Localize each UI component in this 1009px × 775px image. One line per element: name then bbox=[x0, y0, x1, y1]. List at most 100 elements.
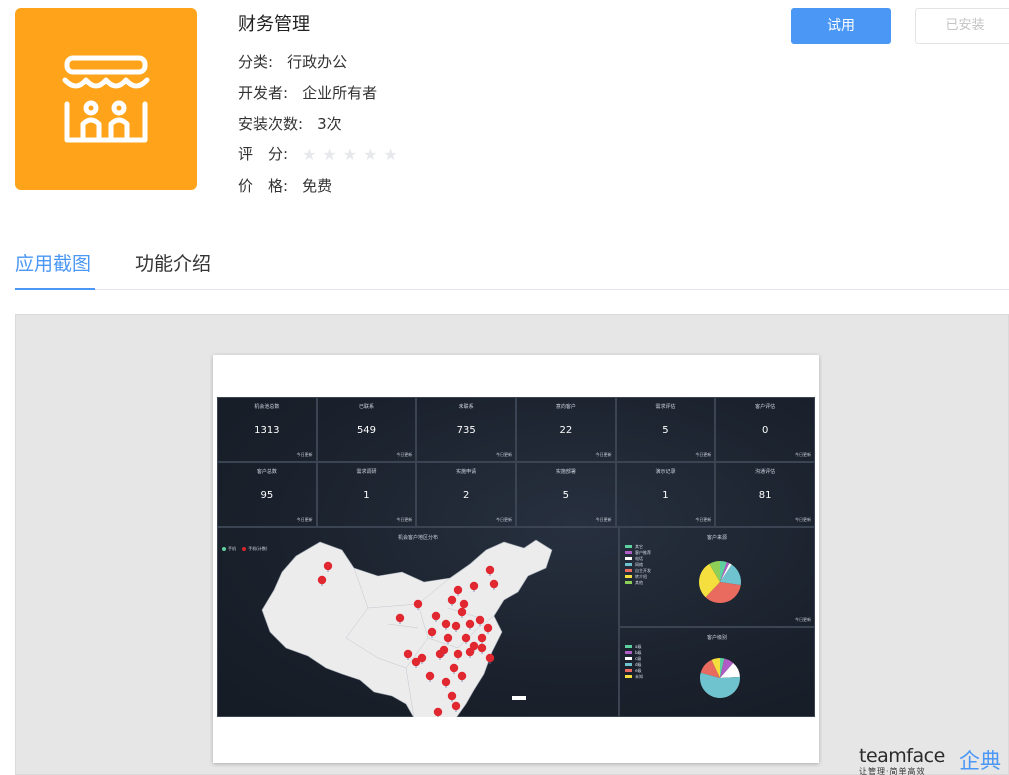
stat-label: 实施申请 bbox=[456, 469, 477, 475]
tab-bar: 应用截图 功能介绍 bbox=[15, 245, 1009, 290]
map-pin-icon bbox=[323, 561, 333, 571]
price-value: 免费 bbox=[302, 177, 333, 195]
source-pie-chart bbox=[699, 561, 741, 603]
map-pin-icon bbox=[441, 619, 451, 629]
map-pin-icon bbox=[459, 599, 469, 609]
map-pin-icon bbox=[447, 691, 457, 701]
stat-cell: 演示记录 1 今日更新 bbox=[615, 462, 716, 527]
stat-cell: 客户总数 95 今日更新 bbox=[217, 462, 317, 527]
level-panel: 客户级别 a级 b级 c级 d级 e级 未知 bbox=[619, 627, 815, 717]
map-pin-icon bbox=[433, 707, 443, 717]
category-label: 分类: bbox=[238, 53, 274, 71]
stat-cell: 实施申请 2 今日更新 bbox=[416, 462, 516, 527]
stat-label: 实施部署 bbox=[555, 469, 576, 475]
brand-slogan: 让管理·简单高效 bbox=[859, 767, 926, 775]
stat-cell: 已联系 549 今日更新 bbox=[316, 397, 417, 462]
stat-label: 客户评估 bbox=[755, 404, 776, 410]
app-icon bbox=[15, 8, 197, 190]
stat-update-note: 今日更新 bbox=[595, 452, 612, 457]
stat-value: 81 bbox=[758, 490, 772, 501]
category-value: 行政办公 bbox=[287, 53, 348, 71]
stat-cell: 沟通评估 81 今日更新 bbox=[715, 462, 815, 527]
stat-value: 2 bbox=[462, 490, 470, 501]
developer-label: 开发者: bbox=[238, 84, 289, 102]
stat-cell: 未联系 735 今日更新 bbox=[416, 397, 516, 462]
map-pin-icon bbox=[451, 701, 461, 711]
map-pin-icon bbox=[465, 647, 475, 657]
map-pin-icon bbox=[477, 633, 487, 643]
stat-value: 22 bbox=[559, 425, 573, 436]
stat-value: 5 bbox=[662, 425, 669, 436]
map-pin-icon bbox=[443, 633, 453, 643]
map-pin-icon bbox=[425, 671, 435, 681]
stat-label: 需求调研 bbox=[356, 469, 377, 475]
stat-cell: 需求评估 5 今日更新 bbox=[615, 397, 716, 462]
map-pin-icon bbox=[413, 599, 423, 609]
stat-label: 意向客户 bbox=[555, 404, 576, 410]
map-inset-icon bbox=[512, 696, 526, 700]
try-button[interactable]: 试用 bbox=[791, 8, 891, 44]
category-row: 分类: 行政办公 bbox=[238, 51, 347, 72]
brand-watermark: teamface 企典 让管理·简单高效 bbox=[859, 745, 1009, 775]
map-pin-icon bbox=[469, 581, 479, 591]
source-panel: 客户来源 其它 客户推荐 电话 网络 自主开发 转介绍 其他 今日更新 bbox=[619, 527, 815, 627]
stat-cell: 机会池总数 1313 今日更新 bbox=[217, 397, 317, 462]
rating-stars: ★ ★ ★ ★ ★ bbox=[302, 145, 404, 164]
map-pin-icon bbox=[453, 649, 463, 659]
star-icon[interactable]: ★ bbox=[302, 145, 316, 164]
stat-value: 1313 bbox=[254, 425, 280, 436]
stat-update-note: 今日更新 bbox=[495, 452, 512, 457]
stat-label: 沟通评估 bbox=[755, 469, 776, 475]
map-pin-icon bbox=[317, 575, 327, 585]
stat-update-note: 今日更新 bbox=[794, 452, 811, 457]
stat-value: 0 bbox=[761, 425, 769, 436]
map-pin-icon bbox=[465, 619, 475, 629]
developer-value: 企业所有者 bbox=[302, 84, 378, 102]
map-pin-icon bbox=[451, 621, 461, 631]
stat-label: 需求评估 bbox=[655, 404, 676, 410]
map-pin-icon bbox=[441, 677, 451, 687]
screenshot-gallery: 沟通评估 81 今日更新 演示记录 1 今日更新 实施部署 5 今日更新 实施申请 2 今日更新 需求调… bbox=[15, 314, 1009, 775]
stat-label: 已联系 bbox=[358, 404, 374, 410]
map-pin-icon bbox=[457, 607, 467, 617]
installed-button[interactable]: 已安装 bbox=[915, 8, 1009, 44]
map-pin-icon bbox=[477, 643, 487, 653]
rating-row: 评 分: ★ ★ ★ ★ ★ bbox=[238, 143, 404, 164]
stat-cell: 意向客户 22 今日更新 bbox=[516, 397, 616, 462]
star-icon[interactable]: ★ bbox=[343, 145, 357, 164]
star-icon[interactable]: ★ bbox=[363, 145, 377, 164]
stat-value: 1 bbox=[363, 490, 370, 501]
stat-label: 未联系 bbox=[458, 404, 474, 410]
installs-row: 安装次数: 3次 bbox=[238, 113, 342, 134]
map-pin-icon bbox=[453, 585, 463, 595]
source-update-note: 今日更新 bbox=[795, 617, 811, 622]
map-pin-icon bbox=[485, 653, 495, 663]
brand-name-cn: 企典 bbox=[959, 749, 1001, 773]
installs-label: 安装次数: bbox=[238, 115, 304, 133]
tab-features[interactable]: 功能介绍 bbox=[135, 249, 211, 290]
storefront-icon bbox=[62, 55, 150, 143]
star-icon[interactable]: ★ bbox=[383, 145, 397, 164]
stat-cell: 需求调研 1 今日更新 bbox=[316, 462, 417, 527]
stat-update-note: 今日更新 bbox=[296, 452, 313, 457]
stat-label: 机会池总数 bbox=[254, 404, 280, 410]
tab-screenshots[interactable]: 应用截图 bbox=[15, 249, 95, 290]
star-icon[interactable]: ★ bbox=[322, 145, 336, 164]
stat-update-note: 今日更新 bbox=[495, 517, 512, 522]
china-map bbox=[261, 539, 553, 717]
map-pin-icon bbox=[483, 623, 493, 633]
stat-update-note: 今日更新 bbox=[794, 517, 811, 522]
map-pin-icon bbox=[457, 671, 467, 681]
level-pie-chart bbox=[700, 658, 740, 699]
map-pin-icon bbox=[449, 663, 459, 673]
stat-cell: 实施部署 5 今日更新 bbox=[516, 462, 616, 527]
brand-name: teamface bbox=[859, 745, 945, 767]
map-pin-icon bbox=[427, 627, 437, 637]
map-pin-icon bbox=[489, 579, 499, 589]
screenshot-card[interactable]: 沟通评估 81 今日更新 演示记录 1 今日更新 实施部署 5 今日更新 实施申请 2 今日更新 需求调… bbox=[213, 355, 819, 763]
stat-label: 客户总数 bbox=[256, 469, 277, 475]
stat-update-note: 今日更新 bbox=[695, 452, 712, 457]
stat-update-note: 今日更新 bbox=[396, 517, 413, 522]
stat-update-note: 今日更新 bbox=[396, 452, 413, 457]
stat-value: 549 bbox=[356, 425, 377, 436]
